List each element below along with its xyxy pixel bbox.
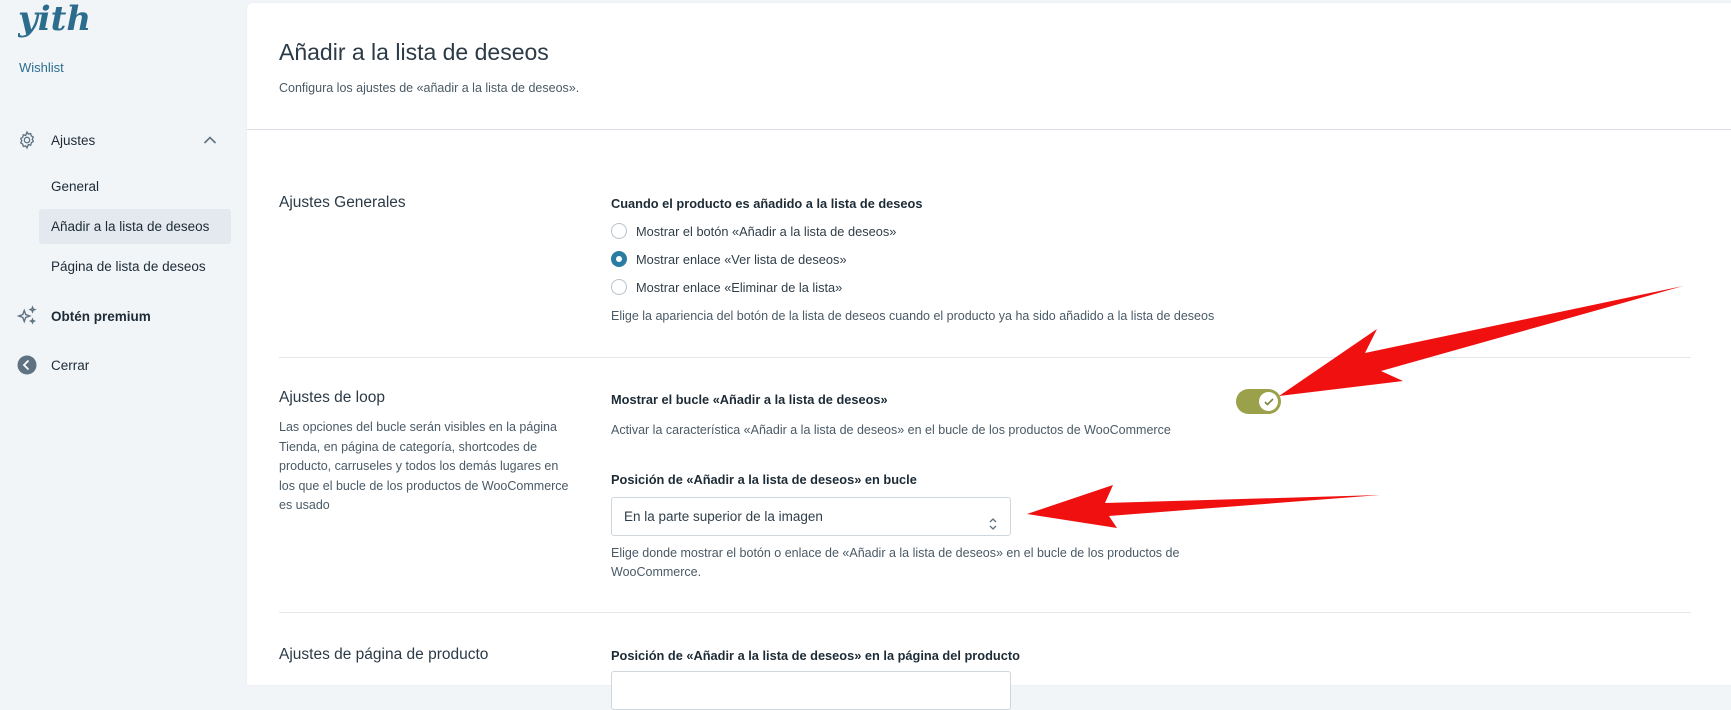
radio-option-remove-from-list[interactable]: Mostrar enlace «Eliminar de la lista» [611, 279, 842, 295]
nav-get-premium[interactable]: Obtén premium [16, 305, 151, 327]
field-label-show-loop: Mostrar el bucle «Añadir a la lista de d… [611, 392, 888, 407]
select-value: En la parte superior de la imagen [624, 509, 823, 524]
sparkle-icon [16, 305, 38, 327]
radio-button[interactable] [611, 223, 627, 239]
show-loop-toggle[interactable] [1236, 389, 1281, 414]
settings-panel: Añadir a la lista de deseos Configura lo… [247, 3, 1731, 710]
field-label-product-position: Posición de «Añadir a la lista de deseos… [611, 648, 1020, 663]
loop-position-select[interactable]: En la parte superior de la imagen [611, 497, 1011, 536]
nav-settings[interactable]: Ajustes [16, 129, 221, 151]
select-caret-icon [988, 509, 998, 546]
radio-label: Mostrar enlace «Ver lista de deseos» [636, 251, 847, 267]
radio-label: Mostrar enlace «Eliminar de la lista» [636, 279, 843, 295]
yith-logo[interactable]: yith [17, 0, 94, 57]
product-position-select[interactable] [611, 671, 1011, 710]
field-help-loop-position: Elige donde mostrar el botón o enlace de… [611, 546, 1180, 579]
radio-button[interactable] [611, 279, 627, 295]
subnav-add-to-wishlist[interactable]: Añadir a la lista de deseos [39, 209, 231, 244]
header-divider [247, 129, 1731, 130]
chevron-up-icon[interactable] [203, 132, 217, 148]
section-divider [279, 357, 1691, 358]
field-help-show-loop: Activar la característica «Añadir a la l… [611, 423, 1171, 437]
subnav-general[interactable]: General [39, 169, 231, 204]
section-title-product-page: Ajustes de página de producto [279, 646, 489, 663]
section-description-loop: Las opciones del bucle serán visibles en… [279, 420, 569, 512]
annotation-arrow-icon [1027, 485, 1380, 528]
check-icon [1263, 397, 1274, 406]
page-description: Configura los ajustes de «añadir a la li… [279, 81, 580, 95]
page-title: Añadir a la lista de deseos [279, 39, 549, 65]
annotation-arrow-icon [1279, 286, 1683, 396]
svg-text:yith: yith [18, 0, 91, 39]
radio-label: Mostrar el botón «Añadir a la lista de d… [636, 223, 897, 239]
product-name: Wishlist [19, 60, 64, 75]
field-label-loop-position: Posición de «Añadir a la lista de deseos… [611, 472, 917, 487]
section-title-general: Ajustes Generales [279, 194, 406, 211]
section-divider [279, 612, 1691, 613]
sidebar: yith Wishlist Ajustes General Añadir a l… [0, 0, 247, 685]
radio-option-show-button[interactable]: Mostrar el botón «Añadir a la lista de d… [611, 223, 896, 239]
radio-option-view-wishlist[interactable]: Mostrar enlace «Ver lista de deseos» [611, 251, 847, 267]
arrow-left-circle-icon [16, 354, 38, 376]
field-label-added-behavior: Cuando el producto es añadido a la lista… [611, 196, 923, 211]
section-title-loop: Ajustes de loop [279, 389, 385, 406]
nav-close[interactable]: Cerrar [16, 354, 89, 376]
nav-get-premium-label: Obtén premium [51, 308, 151, 324]
toggle-knob [1259, 392, 1278, 411]
gear-icon [16, 129, 38, 151]
nav-settings-label: Ajustes [51, 132, 96, 148]
field-help-added-behavior: Elige la apariencia del botón de la list… [611, 309, 1215, 323]
nav-close-label: Cerrar [51, 357, 90, 373]
yith-logo-icon: yith [17, 0, 91, 39]
radio-button-checked[interactable] [611, 251, 627, 267]
subnav-wishlist-page[interactable]: Página de lista de deseos [39, 249, 231, 284]
